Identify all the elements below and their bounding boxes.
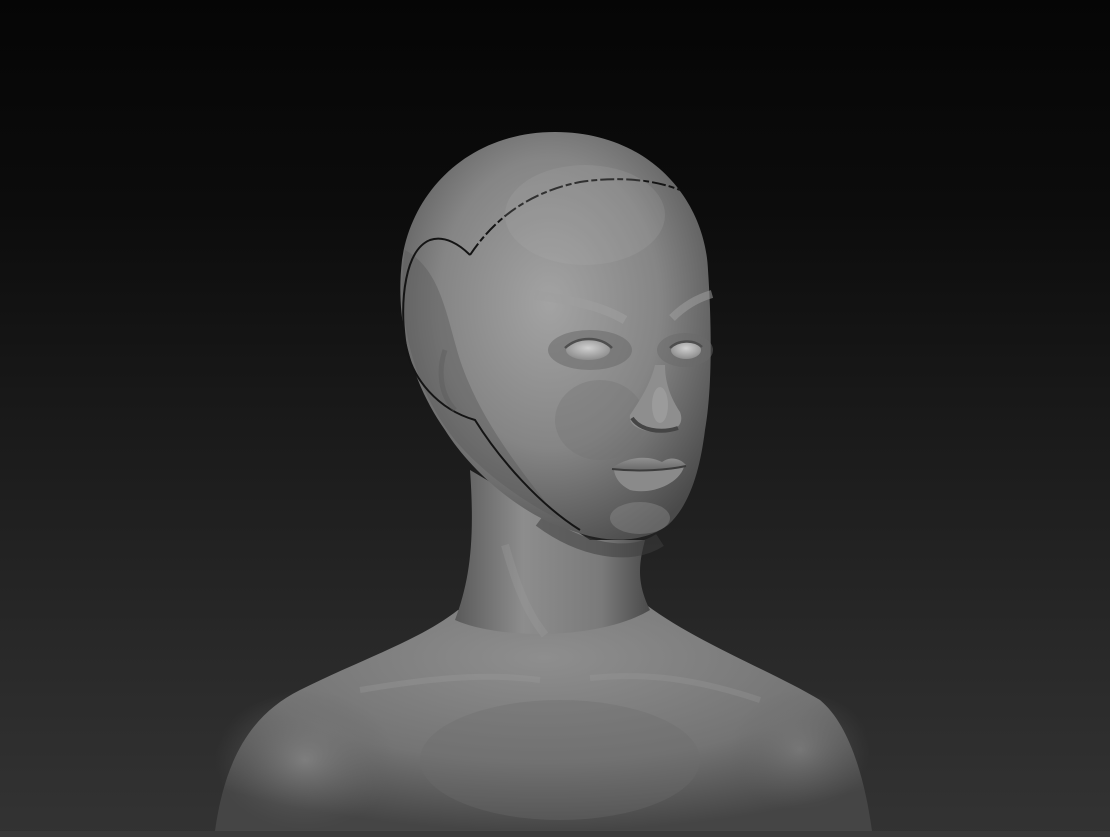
left-shoulder (215, 690, 395, 830)
viewport-bottom-border (0, 831, 1110, 837)
forehead-highlight (505, 165, 665, 265)
chest-shade (420, 700, 700, 820)
nose-highlight (652, 387, 668, 423)
sculpt-model[interactable] (0, 0, 1110, 831)
chin (610, 502, 670, 534)
right-shoulder (730, 690, 870, 810)
sculpt-viewport[interactable] (0, 0, 1110, 837)
